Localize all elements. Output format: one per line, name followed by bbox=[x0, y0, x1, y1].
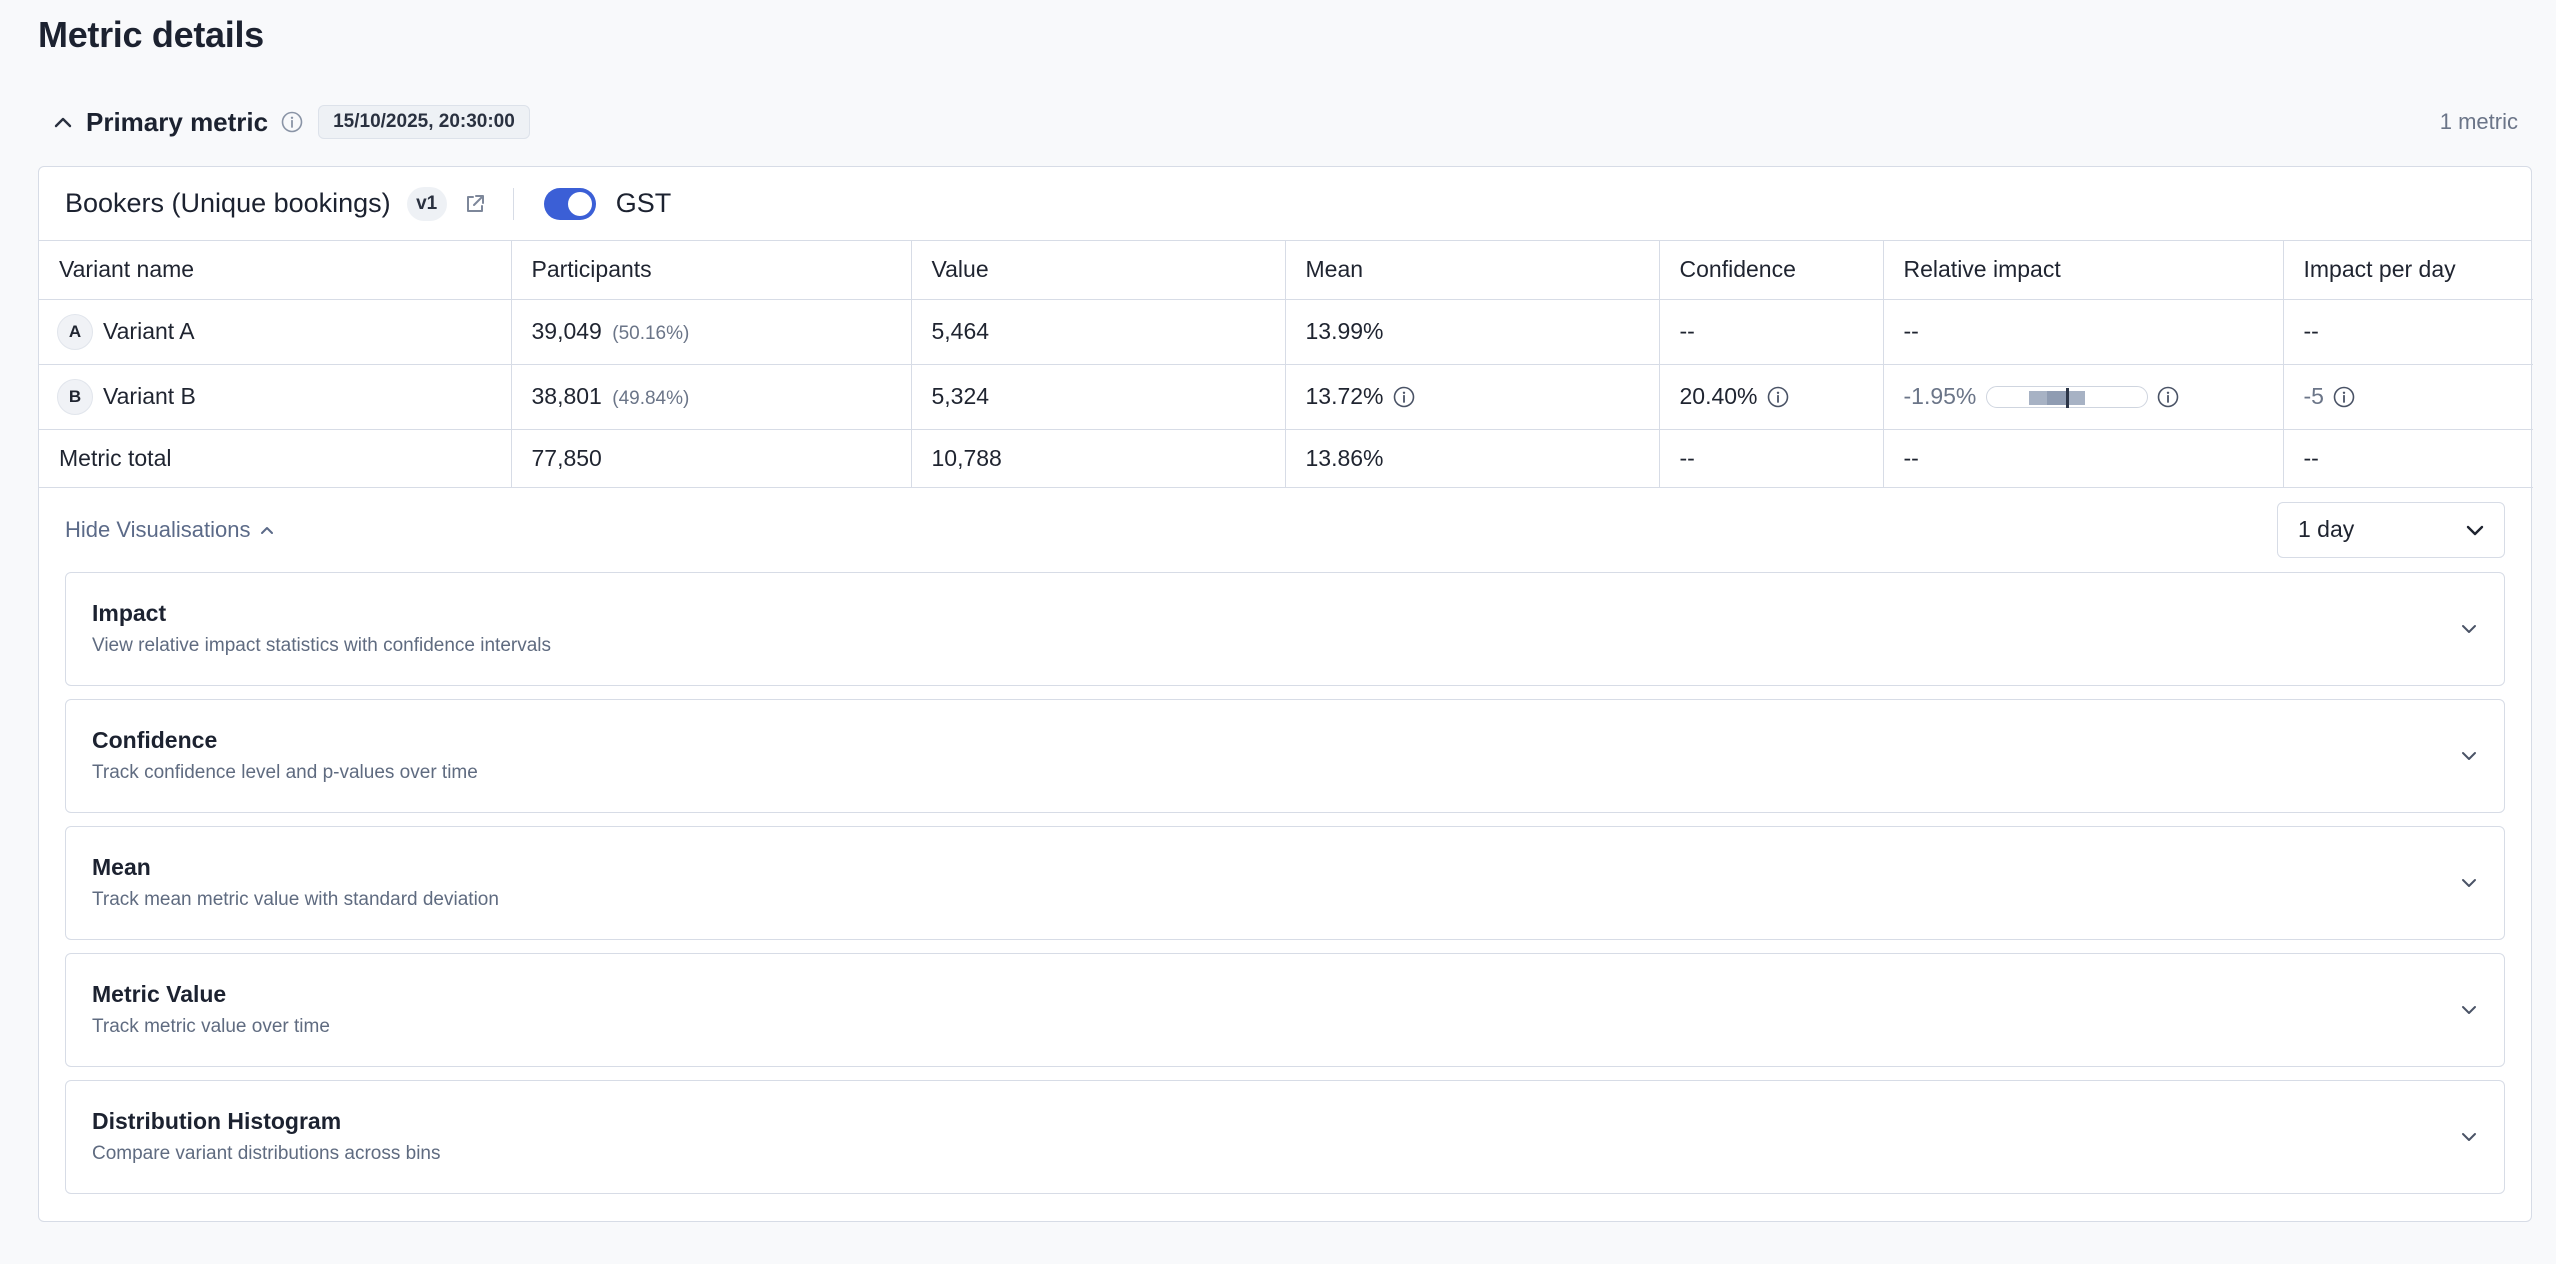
chevron-down-icon bbox=[2466, 524, 2484, 536]
confidence-cell: -- bbox=[1659, 299, 1884, 365]
column-header: Mean bbox=[1285, 241, 1660, 300]
impact-per-day-value: -5 bbox=[2303, 383, 2324, 409]
metric-name: Bookers (Unique bookings) bbox=[65, 188, 391, 218]
column-header: Variant name bbox=[39, 241, 512, 300]
value-cell: 5,464 bbox=[911, 299, 1286, 365]
panel-description: Track metric value over time bbox=[92, 1016, 330, 1037]
hide-visualisations-label: Hide Visualisations bbox=[65, 516, 251, 542]
variant-name: Variant A bbox=[103, 318, 195, 344]
expand-chevron-down-icon[interactable] bbox=[2460, 877, 2478, 889]
metric-total-row: Metric total 77,850 10,788 13.86% -- -- … bbox=[39, 429, 2533, 488]
panel-description: Track mean metric value with standard de… bbox=[92, 889, 499, 910]
table-header-row: Variant name Participants Value Mean Con… bbox=[39, 241, 2533, 300]
external-link-icon[interactable] bbox=[461, 190, 489, 218]
column-header: Confidence bbox=[1659, 241, 1884, 300]
expand-chevron-down-icon[interactable] bbox=[2460, 1131, 2478, 1143]
expand-chevron-down-icon[interactable] bbox=[2460, 750, 2478, 762]
divider bbox=[512, 187, 514, 220]
total-value: 10,788 bbox=[911, 429, 1286, 488]
confidence-value: 20.40% bbox=[1679, 383, 1758, 409]
participants-value: 38,801 bbox=[531, 383, 602, 409]
confidence-interval-inner bbox=[2047, 390, 2068, 405]
panel-description: View relative impact statistics with con… bbox=[92, 635, 552, 656]
table-row: B Variant B 38,801 (49.84%) 5,324 13.72% bbox=[39, 364, 2533, 430]
relative-impact-cell: -1.95% bbox=[1883, 364, 2284, 430]
variant-name: Variant B bbox=[103, 383, 196, 409]
total-confidence: -- bbox=[1659, 429, 1884, 488]
impact-interval-bar bbox=[1986, 385, 2149, 408]
panel-distribution-histogram[interactable]: Distribution Histogram Compare variant d… bbox=[65, 1079, 2505, 1194]
panel-title: Mean bbox=[92, 854, 151, 880]
metric-card-header: Bookers (Unique bookings) v1 GST bbox=[39, 167, 2531, 241]
expand-chevron-down-icon[interactable] bbox=[2460, 623, 2478, 635]
metric-count: 1 metric bbox=[2439, 109, 2518, 134]
relative-impact-cell: -- bbox=[1883, 299, 2284, 365]
panel-mean[interactable]: Mean Track mean metric value with standa… bbox=[65, 825, 2505, 940]
column-header: Participants bbox=[511, 241, 912, 300]
variant-name-cell: A Variant A bbox=[39, 299, 512, 365]
period-select[interactable]: 1 day bbox=[2277, 501, 2505, 558]
column-header: Relative impact bbox=[1883, 241, 2284, 300]
info-icon[interactable] bbox=[2332, 385, 2356, 409]
period-select-value: 1 day bbox=[2298, 516, 2355, 542]
metric-details-page: Metric details Primary metric 15/10/2025… bbox=[0, 0, 2556, 1264]
chevron-up-icon bbox=[260, 525, 274, 535]
variant-letter-badge: B bbox=[57, 378, 93, 415]
participants-cell: 39,049 (50.16%) bbox=[511, 299, 912, 365]
column-header: Value bbox=[911, 241, 1286, 300]
column-header: Impact per day bbox=[2283, 241, 2533, 300]
collapse-chevron-up-icon[interactable] bbox=[52, 111, 74, 133]
gst-toggle-label: GST bbox=[615, 188, 672, 218]
participants-percent: (49.84%) bbox=[612, 388, 690, 409]
participants-cell: 38,801 (49.84%) bbox=[511, 364, 912, 430]
total-relative-impact: -- bbox=[1883, 429, 2284, 488]
metrics-table: Variant name Participants Value Mean Con… bbox=[39, 241, 2533, 488]
panel-description: Compare variant distributions across bin… bbox=[92, 1143, 441, 1164]
metric-card: Bookers (Unique bookings) v1 GST Variant… bbox=[38, 166, 2533, 1222]
impact-per-day-cell: -- bbox=[2283, 299, 2533, 365]
panel-title: Metric Value bbox=[92, 981, 227, 1007]
impact-per-day-cell: -5 bbox=[2283, 364, 2533, 430]
visualisation-panels: Impact View relative impact statistics w… bbox=[39, 571, 2531, 1194]
panel-title: Confidence bbox=[92, 727, 218, 753]
panel-description: Track confidence level and p-values over… bbox=[92, 762, 478, 783]
total-mean: 13.86% bbox=[1285, 429, 1660, 488]
primary-metric-header: Primary metric 15/10/2025, 20:30:00 1 me… bbox=[38, 100, 2518, 144]
participants-percent: (50.16%) bbox=[612, 323, 690, 344]
panel-title: Distribution Histogram bbox=[92, 1108, 342, 1134]
panel-impact[interactable]: Impact View relative impact statistics w… bbox=[65, 571, 2505, 686]
value-cell: 5,324 bbox=[911, 364, 1286, 430]
info-icon[interactable] bbox=[1766, 385, 1790, 409]
table-row: A Variant A 39,049 (50.16%) 5,464 13.99%… bbox=[39, 299, 2533, 365]
variant-letter-badge: A bbox=[57, 313, 93, 350]
total-participants: 77,850 bbox=[511, 429, 912, 488]
panel-metric-value[interactable]: Metric Value Track metric value over tim… bbox=[65, 952, 2505, 1067]
gst-toggle[interactable] bbox=[543, 187, 596, 220]
info-icon[interactable] bbox=[1392, 385, 1416, 409]
mean-value: 13.72% bbox=[1305, 383, 1384, 409]
relative-impact-value: -1.95% bbox=[1903, 383, 1977, 409]
hide-visualisations-button[interactable]: Hide Visualisations bbox=[65, 517, 274, 543]
zero-marker bbox=[2066, 387, 2070, 408]
snapshot-date-badge: 15/10/2025, 20:30:00 bbox=[318, 105, 530, 139]
participants-value: 39,049 bbox=[531, 318, 602, 344]
expand-chevron-down-icon[interactable] bbox=[2460, 1004, 2478, 1016]
version-badge: v1 bbox=[406, 186, 447, 221]
info-icon[interactable] bbox=[2156, 385, 2180, 409]
info-icon[interactable] bbox=[280, 110, 304, 134]
variant-name-cell: B Variant B bbox=[39, 364, 512, 430]
mean-cell: 13.99% bbox=[1285, 299, 1660, 365]
visualisations-bar: Hide Visualisations 1 day bbox=[39, 488, 2531, 572]
total-impact-per-day: -- bbox=[2283, 429, 2533, 488]
total-label: Metric total bbox=[39, 429, 512, 488]
toggle-knob bbox=[567, 191, 592, 216]
panel-title: Impact bbox=[92, 600, 167, 626]
panel-confidence[interactable]: Confidence Track confidence level and p-… bbox=[65, 698, 2505, 813]
section-title[interactable]: Primary metric bbox=[86, 107, 268, 138]
page-title: Metric details bbox=[38, 14, 264, 55]
confidence-cell: 20.40% bbox=[1659, 364, 1884, 430]
mean-cell: 13.72% bbox=[1285, 364, 1660, 430]
